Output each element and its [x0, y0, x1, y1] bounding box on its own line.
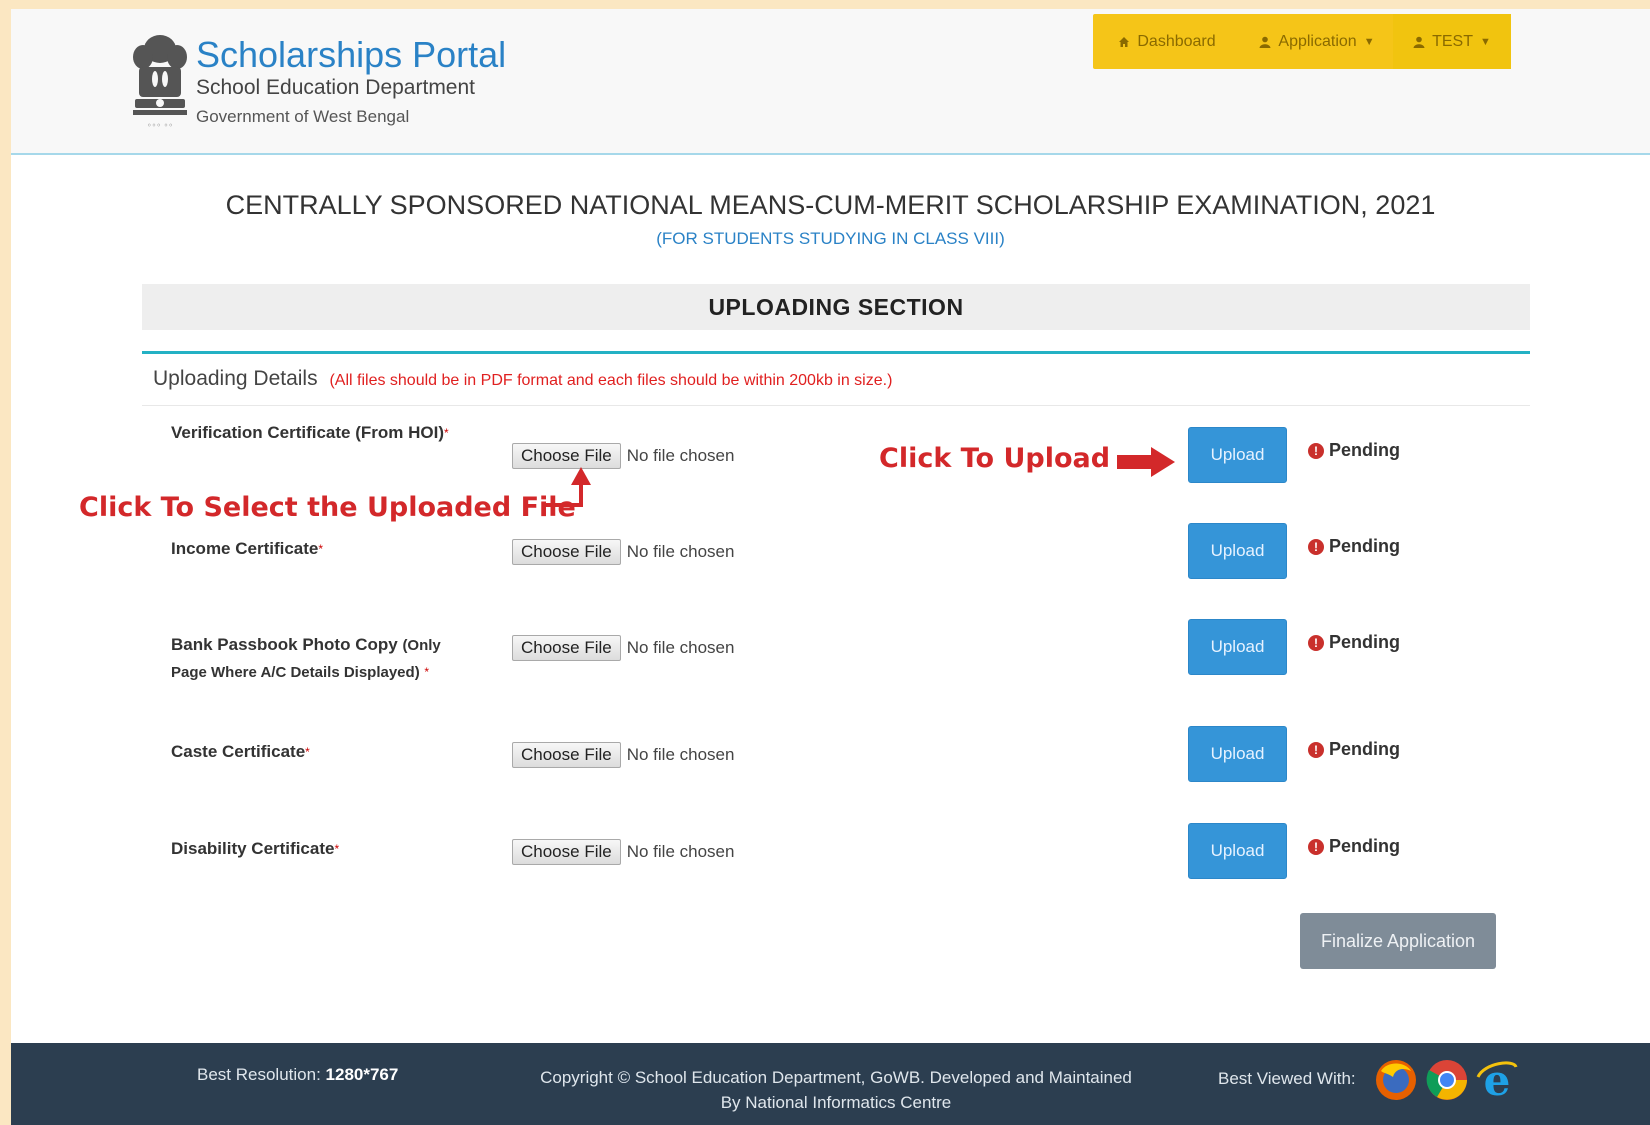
file-status-text: No file chosen — [626, 842, 735, 861]
svg-text:◦◦◦ ◦◦: ◦◦◦ ◦◦ — [147, 121, 173, 130]
file-input-bank-passbook[interactable]: Choose File No file chosen — [512, 635, 734, 661]
doc-label-bank-passbook: Bank Passbook Photo Copy (Only Page Wher… — [171, 632, 441, 686]
doc-label-disability: Disability Certificate* — [171, 836, 339, 862]
file-status-text: No file chosen — [626, 745, 735, 764]
choose-file-button[interactable]: Choose File — [512, 742, 621, 768]
choose-file-button[interactable]: Choose File — [512, 539, 621, 565]
user-icon — [1413, 36, 1425, 48]
doc-label-text: Bank Passbook Photo Copy — [171, 635, 398, 654]
best-viewed-label: Best Viewed With: — [1218, 1069, 1356, 1088]
exclamation-circle-icon: ! — [1308, 634, 1324, 651]
exclamation-circle-icon: ! — [1308, 538, 1324, 555]
nav-dashboard-label: Dashboard — [1137, 32, 1216, 50]
status-disability: ! Pending — [1308, 836, 1400, 857]
uploading-details-label: Uploading Details — [153, 367, 318, 390]
exclamation-circle-icon: ! — [1308, 838, 1324, 855]
status-text: Pending — [1329, 632, 1400, 652]
doc-note-line1: (Only — [402, 637, 441, 654]
site-header: ◦◦◦ ◦◦ Scholarships Portal School Educat… — [11, 9, 1650, 155]
status-caste: ! Pending — [1308, 739, 1400, 760]
file-input-disability[interactable]: Choose File No file chosen — [512, 839, 734, 865]
doc-label-text: Caste Certificate — [171, 742, 306, 761]
required-mark: * — [444, 426, 449, 440]
department-name: School Education Department — [196, 76, 475, 99]
nav-application-label: Application — [1278, 32, 1357, 50]
top-navbar: Dashboard Application ▼ TEST ▼ — [1093, 14, 1511, 69]
upload-button-verification[interactable]: Upload — [1188, 427, 1287, 483]
section-divider — [142, 351, 1530, 354]
government-name: Government of West Bengal — [196, 107, 410, 126]
chevron-down-icon: ▼ — [1480, 35, 1491, 48]
copyright-line-1: Copyright © School Education Department,… — [540, 1068, 1132, 1087]
doc-label-text: Income Certificate — [171, 539, 319, 558]
details-divider — [142, 405, 1530, 406]
chrome-icon — [1426, 1060, 1467, 1100]
exclamation-circle-icon: ! — [1308, 442, 1324, 459]
choose-file-button[interactable]: Choose File — [512, 635, 621, 661]
user-icon — [1259, 36, 1271, 48]
uploading-details-heading: Uploading Details (All files should be i… — [153, 367, 892, 391]
required-mark: * — [424, 665, 430, 679]
portal-title[interactable]: Scholarships Portal — [196, 34, 506, 76]
copyright-line-2: By National Informatics Centre — [720, 1093, 952, 1112]
required-mark: * — [318, 542, 324, 556]
doc-label-text: Disability Certificate — [171, 839, 335, 858]
resolution-label: Best Resolution: — [197, 1065, 321, 1084]
file-requirements-note: (All files should be in PDF format and e… — [329, 372, 893, 389]
annotation-click-to-upload: Click To Upload — [879, 443, 1111, 474]
copyright-text: Copyright © School Education Department,… — [511, 1065, 1161, 1115]
state-emblem-icon: ◦◦◦ ◦◦ — [133, 35, 187, 130]
page-frame: ◦◦◦ ◦◦ Scholarships Portal School Educat… — [11, 9, 1650, 1125]
file-status-text: No file chosen — [626, 542, 735, 561]
required-mark: * — [334, 842, 340, 856]
status-text: Pending — [1329, 836, 1400, 856]
required-mark: * — [305, 745, 310, 759]
upload-button-income[interactable]: Upload — [1188, 523, 1287, 579]
status-text: Pending — [1329, 536, 1400, 556]
status-verification: ! Pending — [1308, 440, 1400, 461]
resolution-value: 1280*767 — [325, 1065, 399, 1084]
best-resolution: Best Resolution: 1280*767 — [197, 1065, 398, 1085]
file-status-text: No file chosen — [626, 638, 735, 657]
doc-note-line2: Page Where A/C Details Displayed) — [171, 664, 420, 681]
exclamation-circle-icon: ! — [1308, 741, 1324, 758]
doc-label-verification: Verification Certificate (From HOI)* — [171, 420, 449, 446]
nav-user-label: TEST — [1432, 32, 1473, 50]
home-icon — [1119, 36, 1130, 47]
upload-button-caste[interactable]: Upload — [1188, 726, 1287, 782]
section-title: UPLOADING SECTION — [142, 284, 1530, 330]
status-text: Pending — [1329, 739, 1400, 759]
internet-explorer-icon: e — [1476, 1057, 1518, 1103]
doc-label-income: Income Certificate* — [171, 536, 323, 562]
chevron-down-icon: ▼ — [1363, 35, 1375, 48]
upload-button-disability[interactable]: Upload — [1188, 823, 1287, 879]
upload-button-bank-passbook[interactable]: Upload — [1188, 619, 1287, 675]
file-input-caste[interactable]: Choose File No file chosen — [512, 742, 734, 768]
arrow-up-icon — [543, 467, 591, 507]
nav-application-dropdown[interactable]: Application ▼ — [1241, 14, 1393, 69]
firefox-icon — [1376, 1060, 1416, 1100]
file-input-income[interactable]: Choose File No file chosen — [512, 539, 734, 565]
annotation-click-to-select: Click To Select the Uploaded File — [79, 492, 576, 523]
file-status-text: No file chosen — [626, 446, 735, 465]
status-bank-passbook: ! Pending — [1308, 632, 1400, 653]
finalize-application-button[interactable]: Finalize Application — [1300, 913, 1496, 969]
choose-file-button[interactable]: Choose File — [512, 839, 621, 865]
status-income: ! Pending — [1308, 536, 1400, 557]
nav-user-dropdown[interactable]: TEST ▼ — [1393, 14, 1511, 69]
exam-title: CENTRALLY SPONSORED NATIONAL MEANS-CUM-M… — [225, 190, 1436, 220]
arrow-right-icon — [1117, 447, 1175, 477]
status-text: Pending — [1329, 440, 1400, 460]
exam-subtitle: (FOR STUDENTS STUDYING IN CLASS VIII) — [656, 229, 1005, 248]
doc-label-caste: Caste Certificate* — [171, 739, 310, 765]
site-footer: Best Resolution: 1280*767 Copyright © Sc… — [11, 1043, 1650, 1125]
doc-label-text: Verification Certificate (From HOI) — [171, 423, 444, 442]
nav-dashboard[interactable]: Dashboard — [1093, 14, 1241, 69]
